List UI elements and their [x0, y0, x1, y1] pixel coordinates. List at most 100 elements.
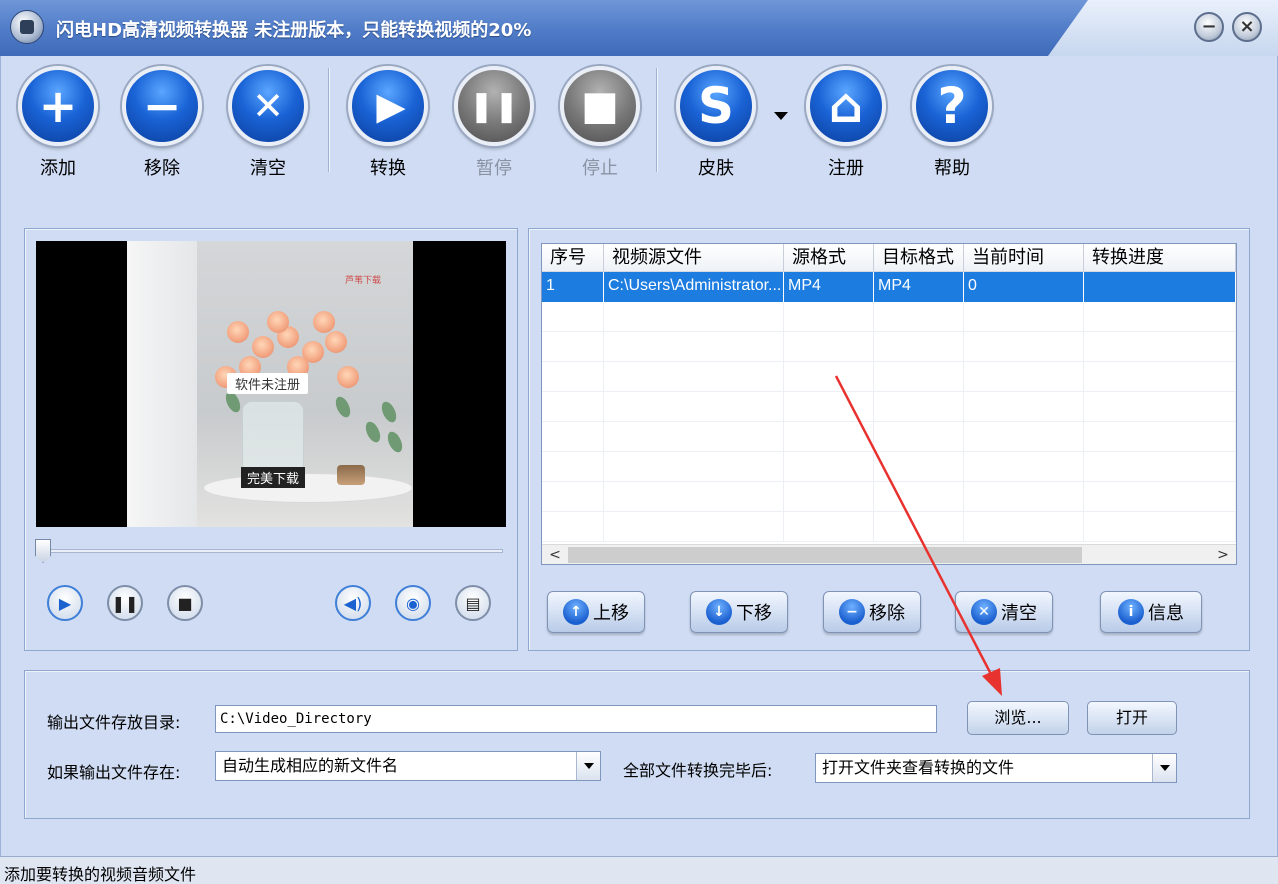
scroll-right-icon[interactable]: > — [1212, 545, 1234, 564]
remove-button[interactable]: − 移除 — [112, 66, 212, 179]
volume-icon[interactable]: ◀) — [335, 585, 371, 621]
convert-label: 转换 — [370, 158, 406, 179]
list-remove-button[interactable]: − 移除 — [823, 591, 921, 633]
pause-icon: ❚❚ — [468, 88, 520, 124]
if-exists-label: 如果输出文件存在: — [47, 763, 181, 782]
after-convert-value: 打开文件夹查看转换的文件 — [822, 758, 1015, 777]
open-button[interactable]: 打开 — [1087, 701, 1177, 735]
preview-caption-unregistered: 软件未注册 — [227, 373, 309, 394]
empty-row — [542, 332, 1236, 362]
convert-button[interactable]: ▶ 转换 — [338, 66, 438, 179]
empty-row — [542, 512, 1236, 542]
remove-label: 移除 — [144, 158, 180, 179]
minus-icon: − — [142, 79, 182, 133]
home-icon: ⌂ — [828, 78, 864, 134]
toolbar-separator — [328, 68, 330, 172]
help-label: 帮助 — [934, 158, 970, 179]
column-header-progress[interactable]: 转换进度 — [1084, 244, 1236, 272]
register-button[interactable]: ⌂ 注册 — [796, 66, 896, 179]
after-convert-select[interactable]: 打开文件夹查看转换的文件 — [815, 753, 1177, 783]
minus-icon: − — [839, 599, 865, 625]
table-header: 序号 视频源文件 源格式 目标格式 当前时间 转换进度 — [542, 244, 1236, 272]
column-header-current-time[interactable]: 当前时间 — [964, 244, 1084, 272]
info-button[interactable]: i 信息 — [1100, 591, 1202, 633]
snapshot-camera-icon[interactable]: ◉ — [395, 585, 431, 621]
arrow-up-icon: ↑ — [563, 599, 589, 625]
stop-label: 停止 — [582, 158, 618, 179]
scroll-left-icon[interactable]: < — [544, 545, 566, 564]
info-label: 信息 — [1148, 603, 1184, 624]
column-header-index[interactable]: 序号 — [542, 244, 604, 272]
arrow-down-icon: ↓ — [706, 599, 732, 625]
cell-progress — [1084, 272, 1236, 302]
empty-row — [542, 482, 1236, 512]
help-icon: ? — [937, 77, 967, 135]
status-text: 添加要转换的视频音频文件 — [4, 865, 197, 884]
cell-source-format: MP4 — [784, 272, 874, 302]
file-table[interactable]: 序号 视频源文件 源格式 目标格式 当前时间 转换进度 1 C:\Users\A… — [541, 243, 1237, 565]
minimize-button[interactable]: − — [1194, 12, 1224, 42]
chevron-down-icon[interactable] — [1152, 754, 1176, 782]
empty-row — [542, 392, 1236, 422]
output-settings-panel: 输出文件存放目录: C:\Video_Directory 浏览... 打开 如果… — [24, 670, 1250, 819]
stop-icon: ■ — [581, 83, 619, 129]
preview-stop-icon[interactable]: ■ — [167, 585, 203, 621]
list-clear-label: 清空 — [1001, 603, 1037, 624]
preview-pause-icon[interactable]: ❚❚ — [107, 585, 143, 621]
skin-dropdown-arrow-icon[interactable] — [774, 112, 788, 120]
column-header-source-file[interactable]: 视频源文件 — [604, 244, 784, 272]
if-exists-select[interactable]: 自动生成相应的新文件名 — [215, 751, 601, 781]
window-title: 闪电HD高清视频转换器 未注册版本，只能转换视频的20% — [56, 20, 532, 41]
browse-button[interactable]: 浏览... — [967, 701, 1069, 735]
stop-button[interactable]: ■ 停止 — [550, 66, 650, 179]
output-dir-label: 输出文件存放目录: — [47, 713, 181, 732]
playback-slider-thumb[interactable] — [35, 539, 51, 563]
preview-caption-download: 完美下载 — [241, 467, 306, 488]
close-button[interactable]: × — [1232, 12, 1262, 42]
horizontal-scrollbar[interactable]: < > — [542, 544, 1236, 564]
add-button[interactable]: + 添加 — [8, 66, 108, 179]
skin-label: 皮肤 — [698, 158, 734, 179]
clear-x-icon: ✕ — [252, 84, 284, 128]
empty-row — [542, 362, 1236, 392]
clear-button[interactable]: ✕ 清空 — [218, 66, 318, 179]
list-remove-label: 移除 — [869, 603, 905, 624]
column-header-target-format[interactable]: 目标格式 — [874, 244, 964, 272]
skin-button[interactable]: S 皮肤 — [666, 66, 766, 179]
app-icon[interactable] — [10, 10, 44, 44]
preview-panel: 芦苇下载 软件未注册 完美下载 ▶ ❚❚ ■ ◀) ◉ ▤ — [24, 228, 518, 651]
file-list-panel: 序号 视频源文件 源格式 目标格式 当前时间 转换进度 1 C:\Users\A… — [528, 228, 1250, 651]
if-exists-value: 自动生成相应的新文件名 — [222, 756, 399, 775]
help-button[interactable]: ? 帮助 — [902, 66, 1002, 179]
move-up-label: 上移 — [593, 603, 629, 624]
chevron-down-icon[interactable] — [576, 752, 600, 780]
clear-label: 清空 — [250, 158, 286, 179]
empty-row — [542, 302, 1236, 332]
toolbar: + 添加 − 移除 ✕ 清空 ▶ 转换 ❚❚ 暂停 ■ 停止 S 皮肤 ⌂ 注册… — [0, 60, 1278, 180]
empty-row — [542, 452, 1236, 482]
move-down-button[interactable]: ↓ 下移 — [690, 591, 788, 633]
cell-current-time: 0 — [964, 272, 1084, 302]
preview-frame-image: 芦苇下载 软件未注册 完美下载 — [127, 241, 413, 527]
playback-slider[interactable] — [43, 549, 503, 553]
after-convert-label: 全部文件转换完毕后: — [623, 761, 773, 780]
open-folder-icon[interactable]: ▤ — [455, 585, 491, 621]
info-icon: i — [1118, 599, 1144, 625]
register-label: 注册 — [828, 158, 864, 179]
cell-target-format: MP4 — [874, 272, 964, 302]
list-clear-button[interactable]: ✕ 清空 — [955, 591, 1053, 633]
column-header-source-format[interactable]: 源格式 — [784, 244, 874, 272]
preview-play-icon[interactable]: ▶ — [47, 585, 83, 621]
title-bar: 闪电HD高清视频转换器 未注册版本，只能转换视频的20% − × — [0, 0, 1278, 56]
play-icon: ▶ — [376, 84, 406, 128]
pause-button[interactable]: ❚❚ 暂停 — [444, 66, 544, 179]
table-row[interactable]: 1 C:\Users\Administrator... MP4 MP4 0 — [542, 272, 1236, 302]
preview-watermark: 芦苇下载 — [345, 276, 382, 286]
empty-row — [542, 422, 1236, 452]
move-up-button[interactable]: ↑ 上移 — [547, 591, 645, 633]
cell-index: 1 — [542, 272, 604, 302]
scrollbar-thumb[interactable] — [568, 547, 1082, 563]
add-label: 添加 — [40, 158, 76, 179]
output-dir-input[interactable]: C:\Video_Directory — [215, 705, 937, 733]
pause-label: 暂停 — [476, 158, 512, 179]
